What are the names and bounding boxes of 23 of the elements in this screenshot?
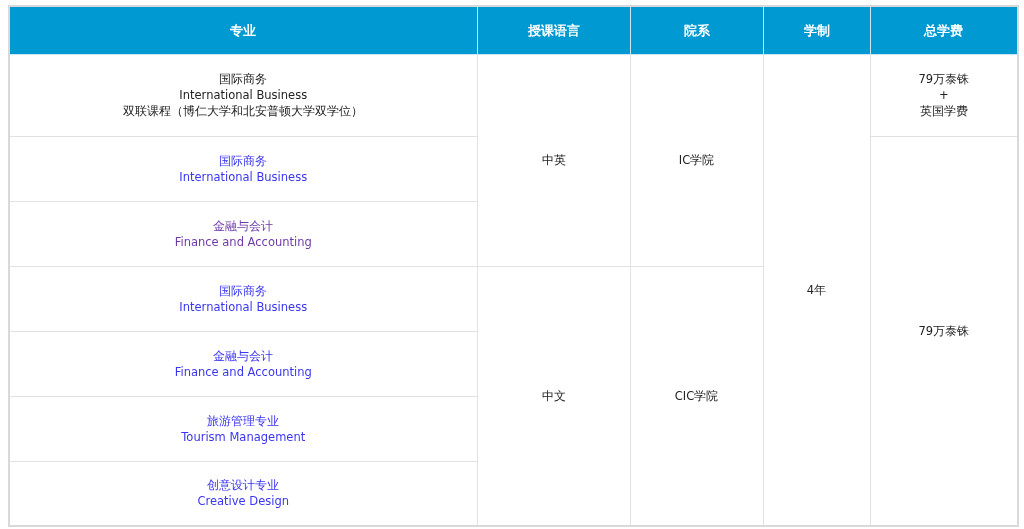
duration-text: 4年 bbox=[806, 281, 827, 298]
major-link[interactable]: 国际商务 International Business bbox=[179, 282, 308, 315]
major-name: 双联课程（博仁大学和北安普顿大学双学位） bbox=[123, 103, 364, 119]
language-text: 中文 bbox=[541, 387, 566, 404]
department-text: IC学院 bbox=[678, 152, 715, 168]
language-text: 中英 bbox=[541, 152, 566, 168]
fee-text: 79万泰铢 bbox=[918, 71, 970, 87]
column-header: 学制 bbox=[763, 6, 870, 54]
column-header: 院系 bbox=[630, 6, 763, 54]
fee-text: 英国学费 bbox=[919, 103, 968, 119]
column-header: 授课语言 bbox=[477, 6, 630, 54]
major-link[interactable]: 创意设计专业 Creative Design bbox=[197, 477, 290, 510]
major-link[interactable]: 旅游管理专业 Tourism Management bbox=[181, 412, 306, 445]
major-link[interactable]: 金融与会计 Finance and Accounting bbox=[174, 347, 312, 380]
major-link[interactable]: 国际商务 International Business bbox=[179, 152, 308, 185]
column-header: 专业 bbox=[9, 6, 477, 54]
major-link[interactable]: 金融与会计 Finance and Accounting bbox=[174, 217, 312, 250]
department-text: CIC学院 bbox=[674, 387, 719, 404]
major-name: International Business bbox=[179, 87, 308, 103]
fee-text: 79万泰铢 bbox=[918, 322, 970, 339]
column-header: 总学费 bbox=[870, 6, 1018, 54]
fee-text: + bbox=[938, 87, 949, 103]
major-name: 国际商务 bbox=[219, 71, 268, 87]
